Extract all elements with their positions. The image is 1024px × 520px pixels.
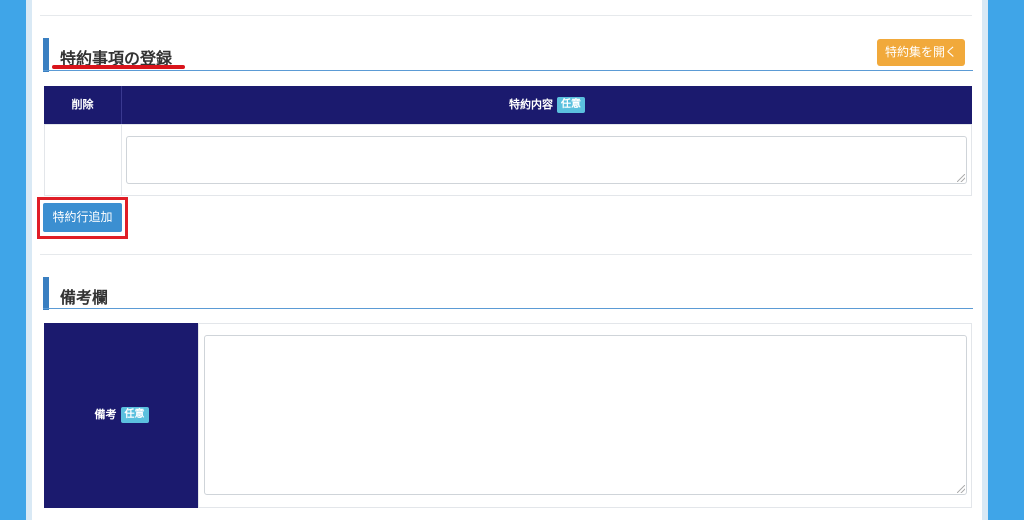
col-header-delete-label: 削除 (71, 99, 94, 111)
textarea-resize-handle[interactable] (957, 485, 965, 493)
open-special-terms-button[interactable]: 特約集を開く (877, 39, 965, 66)
optional-badge: 任意 (557, 97, 585, 114)
add-special-term-row-button[interactable]: 特約行追加 (43, 203, 122, 232)
top-divider (40, 15, 972, 16)
textarea-resize-handle[interactable] (957, 174, 965, 182)
section-underline (43, 308, 973, 309)
section-marker (43, 38, 49, 72)
remarks-textarea[interactable] (204, 335, 967, 495)
remarks-label-cell: 備考 任意 (44, 323, 199, 508)
title-annotation-underline (52, 65, 185, 69)
remarks-label: 備考 (94, 409, 117, 421)
col-header-content-label: 特約内容 (509, 99, 553, 111)
section-underline (43, 70, 973, 71)
optional-badge: 任意 (120, 407, 149, 424)
delete-cell (44, 124, 122, 196)
section-divider (40, 254, 972, 255)
section-marker (43, 277, 49, 310)
col-header-delete: 削除 (44, 86, 121, 124)
remarks-title: 備考欄 (60, 290, 109, 307)
special-term-textarea[interactable] (126, 136, 967, 184)
col-header-content: 特約内容 任意 (121, 86, 972, 124)
